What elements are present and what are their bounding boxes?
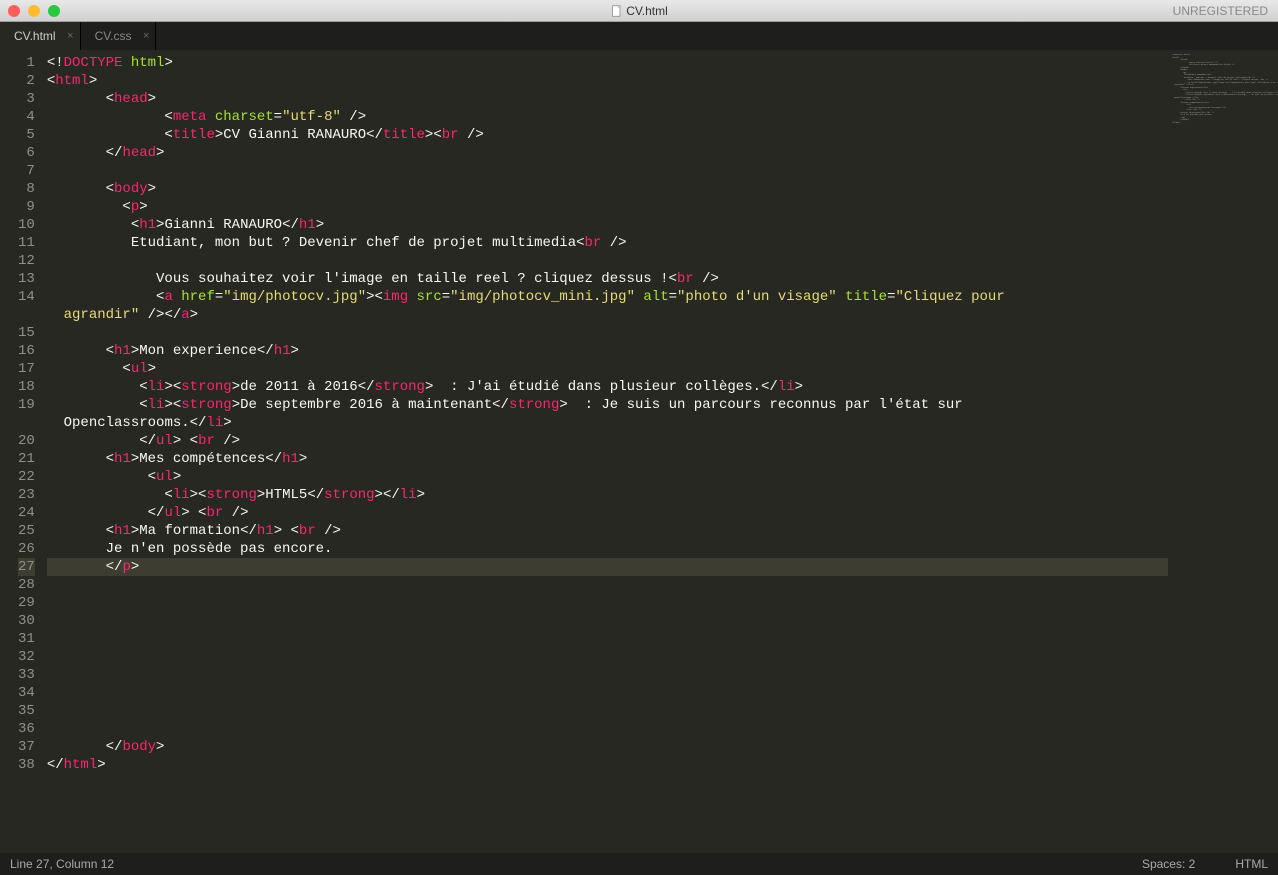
status-bar: Line 27, Column 12 Spaces: 2 HTML xyxy=(0,853,1278,875)
minimap[interactable]: <!DOCTYPE html><html> <head> <meta chars… xyxy=(1168,50,1278,853)
close-icon[interactable]: × xyxy=(143,30,149,42)
unregistered-label: UNREGISTERED xyxy=(1173,4,1268,18)
tab-cv-css[interactable]: CV.css × xyxy=(81,22,157,50)
tab-label: CV.css xyxy=(95,29,132,43)
tab-bar: CV.html × CV.css × xyxy=(0,22,1278,50)
window-title-text: CV.html xyxy=(626,4,668,18)
traffic-lights xyxy=(8,5,60,17)
minimap-content: <!DOCTYPE html><html> <head> <meta chars… xyxy=(1168,50,1278,128)
window-title: CV.html xyxy=(610,4,668,18)
status-spaces[interactable]: Spaces: 2 xyxy=(1142,857,1195,871)
tab-cv-html[interactable]: CV.html × xyxy=(0,22,81,50)
editor-area: 1234567891011121314151617181920212223242… xyxy=(0,50,1278,853)
minimize-icon[interactable] xyxy=(28,5,40,17)
status-syntax[interactable]: HTML xyxy=(1235,857,1268,871)
maximize-icon[interactable] xyxy=(48,5,60,17)
code-area[interactable]: <!DOCTYPE html><html> <head> <meta chars… xyxy=(47,50,1168,853)
status-position[interactable]: Line 27, Column 12 xyxy=(10,857,114,871)
close-icon[interactable]: × xyxy=(67,30,73,42)
close-icon[interactable] xyxy=(8,5,20,17)
line-gutter: 1234567891011121314151617181920212223242… xyxy=(0,50,47,853)
tab-label: CV.html xyxy=(14,29,56,43)
window-titlebar: CV.html UNREGISTERED xyxy=(0,0,1278,22)
file-icon xyxy=(610,5,622,17)
